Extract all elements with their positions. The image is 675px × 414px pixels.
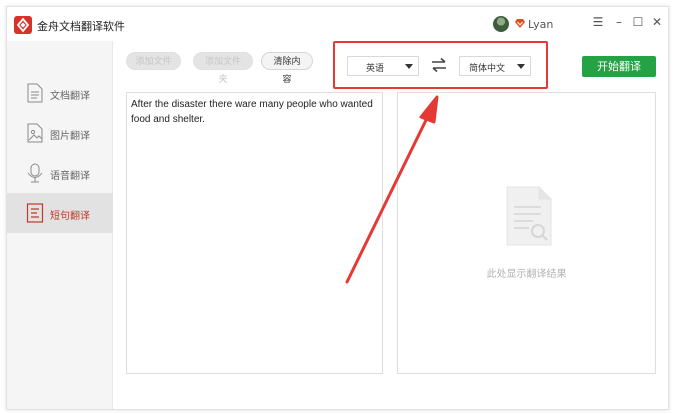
add-folder-button[interactable]: 添加文件夹 — [193, 52, 253, 85]
user-avatar[interactable] — [493, 16, 509, 32]
clear-content-button[interactable]: 清除内容 — [261, 52, 313, 85]
document-icon — [27, 83, 43, 103]
app-logo-icon — [14, 16, 32, 34]
sidebar: 文档翻译 图片翻译 语音翻译 短句翻译 — [7, 41, 113, 409]
annotation-highlight-box — [333, 41, 548, 89]
sidebar-item-label: 短句翻译 — [50, 211, 90, 222]
sidebar-item-sentence-translate[interactable]: 短句翻译 — [7, 193, 113, 233]
username[interactable]: Lyan — [528, 18, 553, 31]
menu-button[interactable]: ☰ — [591, 15, 605, 29]
source-textarea[interactable]: After the disaster there ware many peopl… — [131, 97, 376, 127]
close-button[interactable]: ✕ — [650, 15, 664, 29]
add-file-button[interactable]: 添加文件 — [126, 52, 181, 70]
result-placeholder: 此处显示翻译结果 — [486, 269, 567, 280]
empty-result-document-icon — [506, 186, 552, 246]
source-text-panel[interactable]: After the disaster there ware many peopl… — [126, 92, 383, 374]
title-bar: 金舟文档翻译软件 Lyan ☰ – ☐ ✕ — [7, 7, 668, 41]
sidebar-item-voice-translate[interactable]: 语音翻译 — [7, 153, 113, 193]
text-lines-icon — [26, 203, 44, 223]
sidebar-item-label: 图片翻译 — [50, 131, 90, 142]
sidebar-item-image-translate[interactable]: 图片翻译 — [7, 113, 113, 153]
result-panel: 此处显示翻译结果 — [397, 92, 656, 374]
image-icon — [27, 123, 43, 143]
sidebar-item-label: 文档翻译 — [50, 91, 90, 102]
sidebar-item-document-translate[interactable]: 文档翻译 — [7, 73, 113, 113]
start-translate-button[interactable]: 开始翻译 — [582, 56, 656, 77]
maximize-button[interactable]: ☐ — [631, 15, 645, 29]
vip-crown-icon — [515, 19, 525, 28]
minimize-button[interactable]: – — [612, 15, 626, 29]
microphone-icon — [27, 163, 43, 183]
app-title: 金舟文档翻译软件 — [37, 20, 125, 33]
sidebar-item-label: 语音翻译 — [50, 171, 90, 182]
